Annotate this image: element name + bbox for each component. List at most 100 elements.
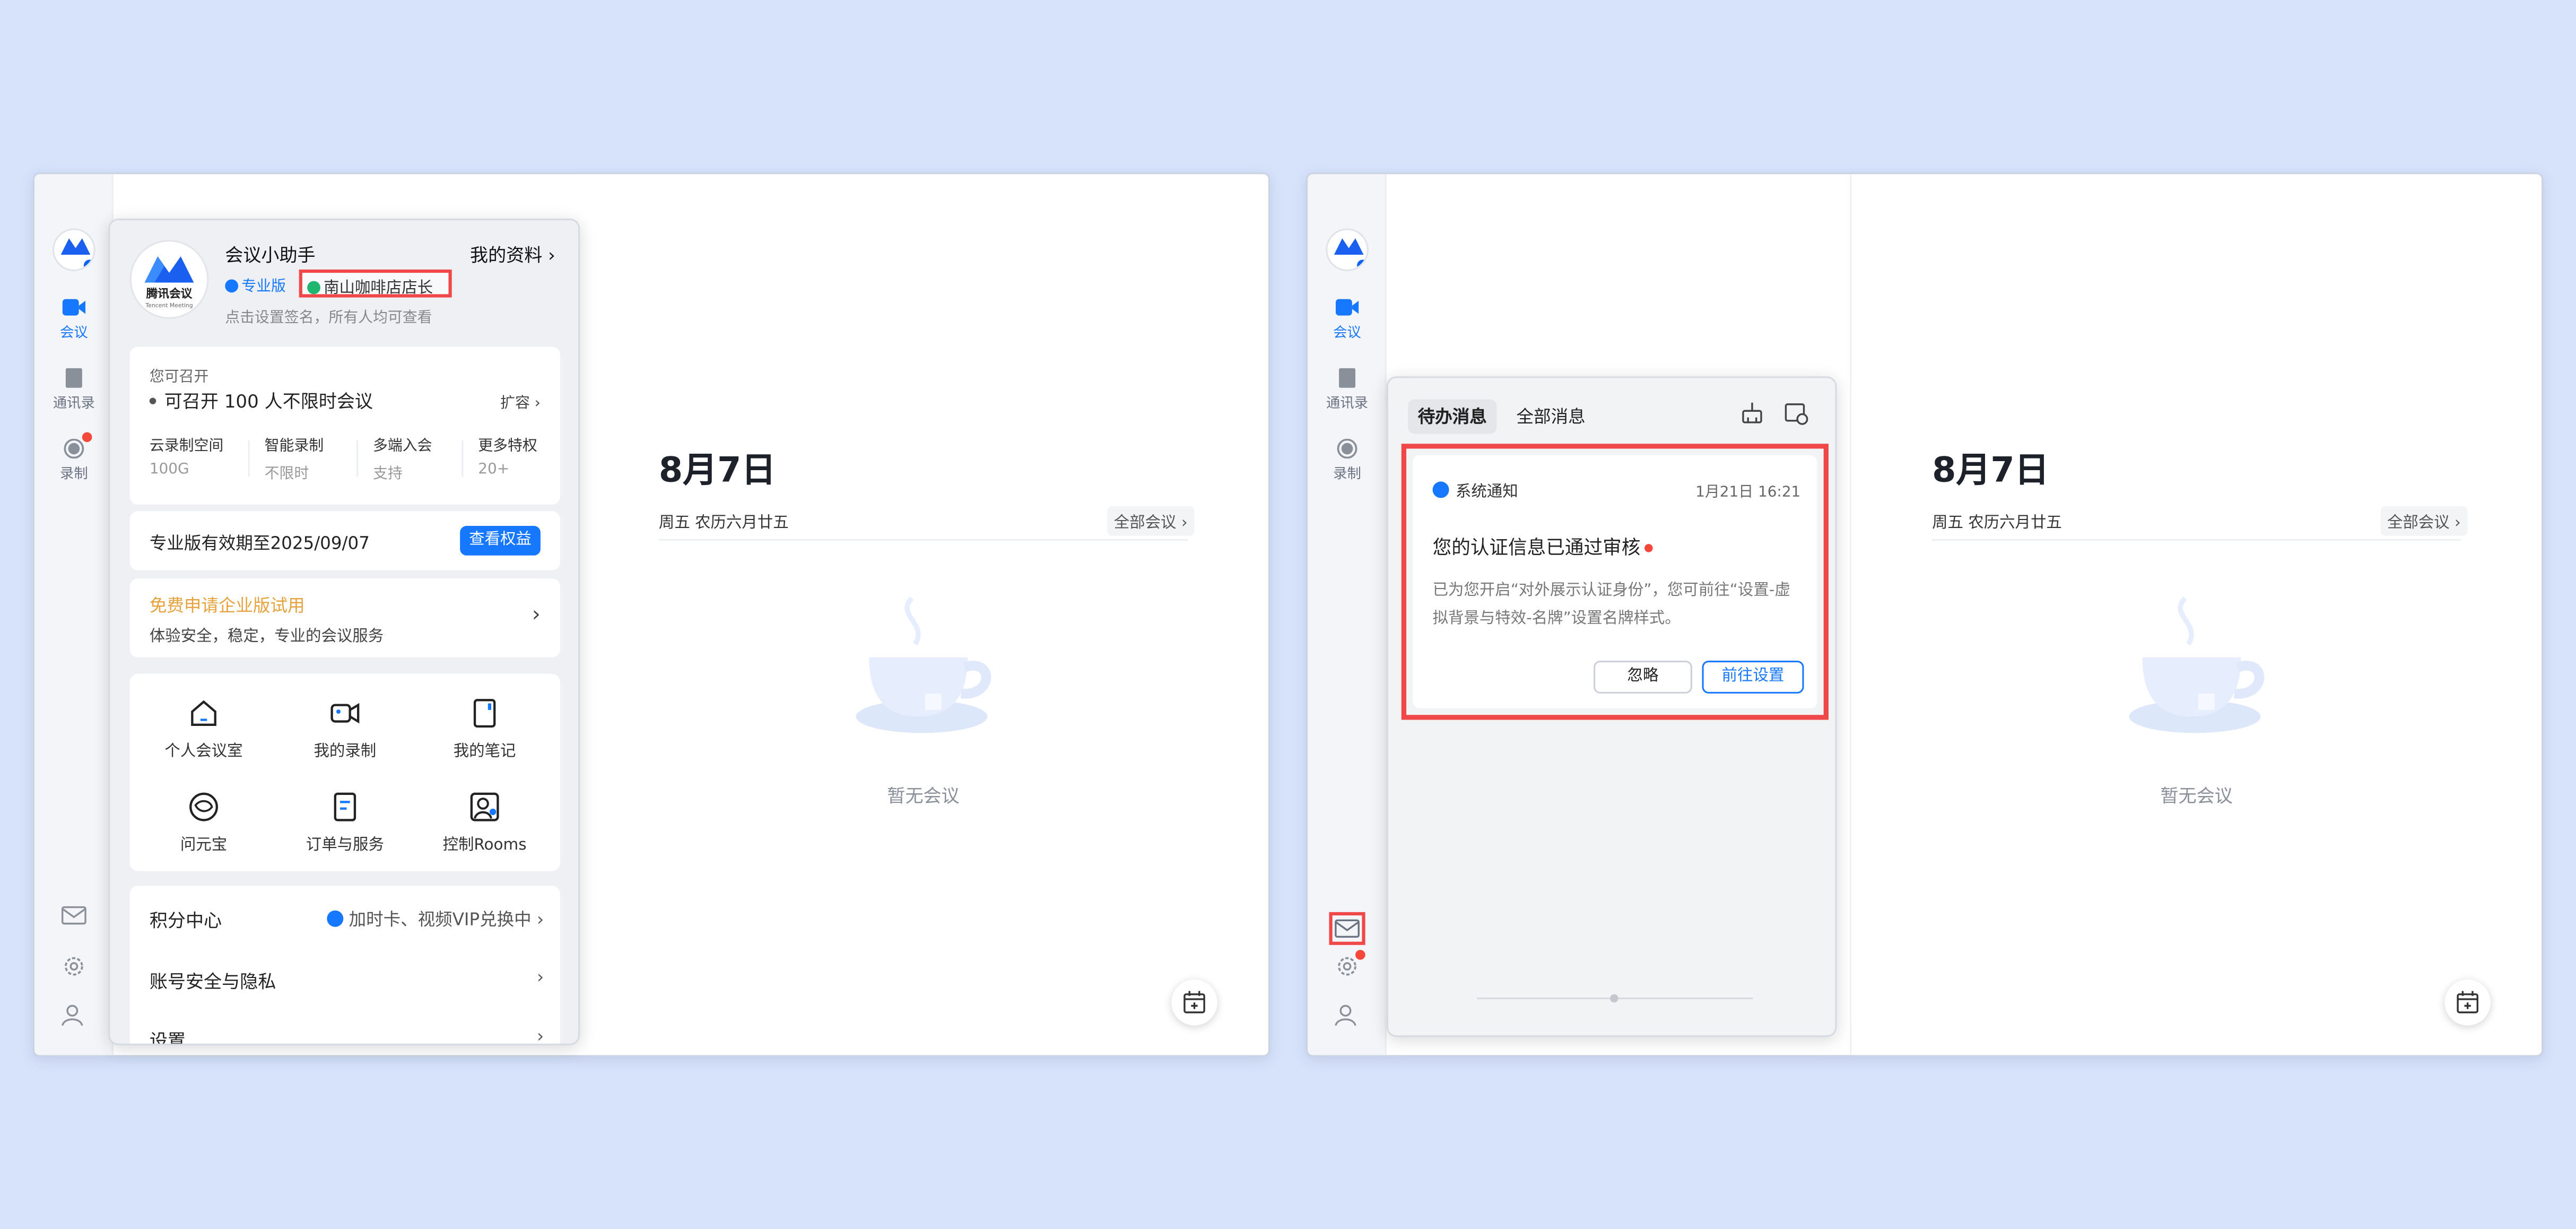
points-value: 加时卡、视频VIP兑换中 (349, 910, 532, 930)
divider (248, 440, 250, 477)
account-security-row[interactable]: 账号安全与隐私 › (150, 968, 544, 994)
feature-smart-recording: 智能录制 不限时 (265, 434, 324, 483)
can-host-label: 您可召开 (149, 369, 209, 386)
my-profile-link[interactable]: 我的资料 › (470, 241, 555, 268)
message-settings-icon[interactable] (1784, 401, 1808, 426)
security-label: 账号安全与隐私 (149, 971, 276, 993)
recording-notification-dot (82, 432, 92, 443)
edition-badge-icon (82, 258, 94, 270)
points-promo: 加时卡、视频VIP兑换中 › (327, 907, 544, 932)
feature-label: 更多特权 (478, 438, 537, 455)
clean-broom-icon[interactable] (1740, 401, 1764, 426)
tool-label: 控制Rooms (442, 836, 527, 855)
tool-label: 我的笔记 (453, 742, 516, 761)
feature-label: 多端入会 (373, 438, 432, 455)
feature-value: 100G (149, 462, 189, 479)
contacts-book-icon (1339, 368, 1356, 388)
pager-dot[interactable] (1610, 994, 1618, 1003)
enterprise-trial-card[interactable]: 免费申请企业版试用 体验安全，稳定，专业的会议服务 › (129, 578, 561, 657)
my-profile-label: 我的资料 (470, 245, 543, 266)
empty-state-text: 暂无会议 (2160, 785, 2233, 807)
sidebar-item-label: 会议 (1333, 325, 1361, 342)
tab-all-messages[interactable]: 全部消息 (1507, 400, 1595, 434)
ignore-button[interactable]: 忽略 (1594, 660, 1692, 694)
video-record-icon (330, 703, 360, 724)
record-icon (1337, 438, 1357, 459)
tool-orders-services[interactable]: 订单与服务 (279, 791, 411, 854)
yuanbao-icon (189, 792, 218, 821)
sidebar-item-recordings[interactable]: 录制 (34, 438, 114, 483)
user-icon[interactable] (61, 1004, 88, 1027)
feature-label: 智能录制 (264, 438, 324, 455)
mail-icon[interactable] (61, 904, 88, 927)
today-date: 8月7日 (658, 450, 776, 490)
messages-popup: 待办消息 全部消息 系统通知 1月21日 16:21 您的认证信息已通过审核 已… (1386, 376, 1837, 1037)
expand-link[interactable]: 扩容 › (500, 391, 541, 412)
trial-title: 免费申请企业版试用 (149, 596, 305, 617)
settings-gear-icon[interactable] (61, 955, 88, 977)
points-center-row[interactable]: 积分中心 加时卡、视频VIP兑换中 › (150, 907, 544, 934)
lunar-date: 周五 农历六月廿五 (1932, 514, 2062, 533)
tool-my-recordings[interactable]: 我的录制 (279, 697, 411, 761)
signature-hint[interactable]: 点击设置签名，所有人均可查看 (225, 306, 432, 327)
trial-subtitle: 体验安全，稳定，专业的会议服务 (149, 628, 384, 646)
tab-pending-messages[interactable]: 待办消息 (1408, 399, 1497, 434)
all-meetings-link[interactable]: 全部会议 › (1107, 506, 1195, 536)
sidebar-item-recordings[interactable]: 录制 (1308, 438, 1387, 483)
certification-tag[interactable]: 南山咖啡店店长 (299, 269, 452, 298)
tools-grid: 个人会议室 我的录制 我的笔记 问元宝 订单与服务 控制Rooms (129, 673, 561, 871)
view-benefits-button[interactable]: 查看权益 (460, 526, 541, 556)
main-panel: 8月7日 周五 农历六月廿五 全部会议 › 暂无会议 (578, 174, 1268, 1055)
can-host-text: 可召开 100 人不限时会议 (164, 391, 373, 413)
validity-card: 专业版有效期至2025/09/07 查看权益 (129, 511, 561, 570)
tool-personal-room[interactable]: 个人会议室 (138, 697, 269, 761)
feature-value: 20+ (478, 462, 510, 479)
lunar-date: 周五 农历六月廿五 (658, 514, 789, 533)
tool-control-rooms[interactable]: 控制Rooms (419, 791, 551, 855)
divider (462, 440, 464, 477)
source-label: 系统通知 (1455, 483, 1518, 501)
settings-label: 设置 (149, 1030, 186, 1045)
sidebar-item-label: 通讯录 (1326, 396, 1369, 413)
feature-multi-device: 多端入会 支持 (373, 434, 432, 483)
calendar-add-icon (2457, 991, 2478, 1014)
tencent-meeting-logo-icon (1334, 238, 1364, 255)
schedule-meeting-button[interactable] (1171, 979, 1217, 1026)
divider (356, 440, 359, 477)
empty-coffee-cup-icon (856, 596, 991, 733)
tool-ask-yuanbao[interactable]: 问元宝 (138, 791, 269, 854)
logo-title: 腾讯会议 (146, 287, 193, 301)
user-icon[interactable] (1334, 1004, 1361, 1027)
chevron-right-icon: › (532, 603, 541, 628)
all-meetings-link[interactable]: 全部会议 › (2380, 506, 2468, 536)
edition-badge: 专业版 (225, 274, 286, 296)
rooms-control-icon (470, 792, 499, 821)
profile-logo: 腾讯会议 Tencent Meeting (129, 240, 209, 319)
notes-icon (473, 699, 496, 728)
expand-label: 扩容 (500, 396, 530, 413)
chevron-right-icon: › (537, 968, 544, 988)
pro-edition-icon (225, 279, 239, 293)
tool-label: 我的录制 (314, 742, 377, 761)
all-meetings-label: 全部会议 (1113, 514, 1177, 533)
record-icon (64, 438, 84, 459)
settings-row[interactable]: 设置 › (149, 1027, 544, 1045)
sidebar-item-contacts[interactable]: 通讯录 (34, 368, 114, 413)
sidebar-item-label: 录制 (1333, 466, 1361, 483)
go-to-settings-button[interactable]: 前往设置 (1702, 660, 1804, 694)
empty-state-text: 暂无会议 (887, 785, 960, 807)
sidebar-item-contacts[interactable]: 通讯录 (1308, 368, 1387, 413)
tool-my-notes[interactable]: 我的笔记 (419, 697, 551, 761)
sidebar-item-meetings[interactable]: 会议 (1308, 298, 1387, 342)
system-bell-icon (1432, 481, 1449, 498)
sidebar-item-label: 通讯录 (53, 396, 95, 413)
avatar[interactable] (53, 228, 95, 272)
can-host-value: 可召开 100 人不限时会议 (149, 388, 373, 414)
sidebar-item-meetings[interactable]: 会议 (34, 298, 114, 342)
edition-badge-icon (1355, 258, 1367, 270)
validity-text: 专业版有效期至2025/09/07 (149, 534, 370, 554)
schedule-meeting-button[interactable] (2444, 979, 2491, 1026)
mail-icon[interactable] (1334, 917, 1361, 940)
video-camera-icon (1335, 299, 1359, 316)
avatar[interactable] (1326, 228, 1369, 272)
